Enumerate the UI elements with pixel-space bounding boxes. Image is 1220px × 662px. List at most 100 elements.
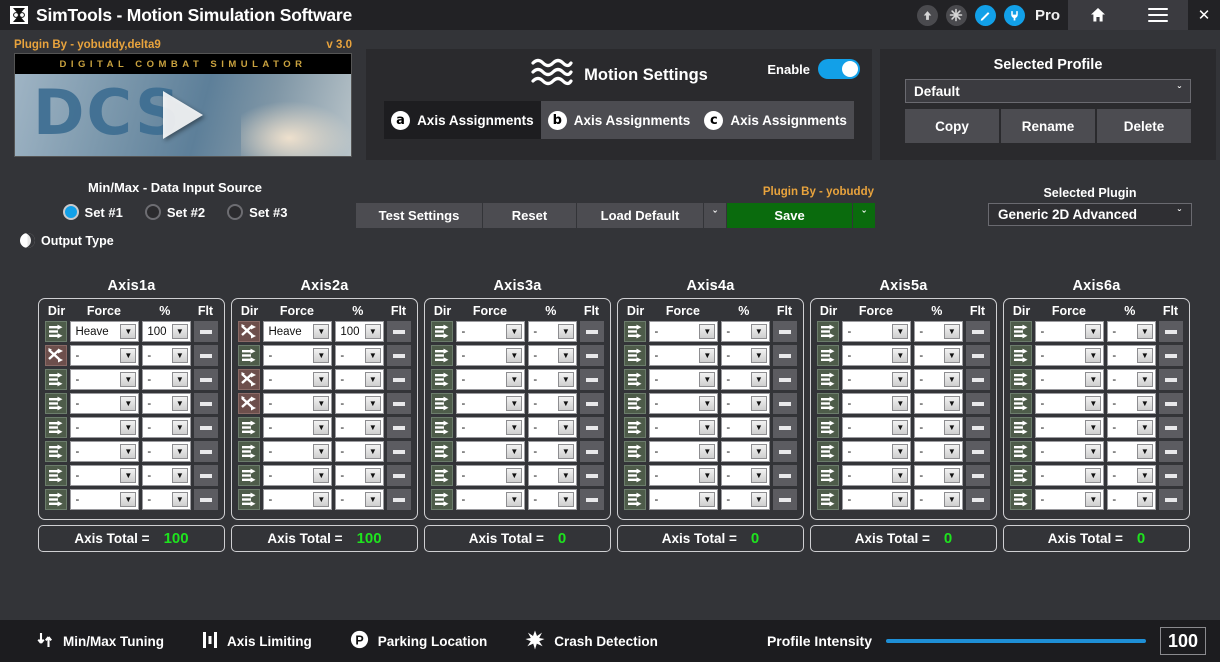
filter-button[interactable] — [1159, 345, 1183, 366]
profile-intensity-slider[interactable] — [886, 632, 1146, 650]
chevron-down-icon[interactable]: ▼ — [944, 468, 960, 483]
chevron-down-icon[interactable]: ▼ — [1085, 492, 1101, 507]
chevron-down-icon[interactable]: ▼ — [558, 468, 574, 483]
hamburger-menu-icon[interactable] — [1128, 0, 1188, 30]
tab-axis-assignments-c[interactable]: c Axis Assignments — [697, 101, 854, 139]
minmax-tuning-button[interactable]: Min/Max Tuning — [36, 631, 164, 652]
percent-dropdown[interactable]: -▼ — [914, 369, 962, 390]
direction-toggle-normal-icon[interactable] — [431, 393, 453, 414]
chevron-down-icon[interactable]: ▼ — [506, 444, 522, 459]
percent-dropdown[interactable]: -▼ — [335, 489, 383, 510]
force-dropdown[interactable]: -▼ — [263, 465, 332, 486]
force-dropdown[interactable]: Heave▼ — [70, 321, 139, 342]
chevron-down-icon[interactable]: ▼ — [944, 444, 960, 459]
percent-dropdown[interactable]: -▼ — [914, 417, 962, 438]
percent-dropdown[interactable]: 100▼ — [142, 321, 190, 342]
percent-dropdown[interactable]: -▼ — [335, 441, 383, 462]
percent-dropdown[interactable]: -▼ — [528, 465, 576, 486]
filter-button[interactable] — [773, 441, 797, 462]
filter-button[interactable] — [773, 465, 797, 486]
chevron-down-icon[interactable]: ▼ — [120, 372, 136, 387]
direction-toggle-inverted-icon[interactable] — [238, 393, 260, 414]
direction-toggle-normal-icon[interactable] — [431, 489, 453, 510]
percent-dropdown[interactable]: -▼ — [335, 465, 383, 486]
force-dropdown[interactable]: -▼ — [70, 441, 139, 462]
chevron-down-icon[interactable]: ▼ — [1137, 492, 1153, 507]
chevron-down-icon[interactable]: ▼ — [365, 396, 381, 411]
percent-dropdown[interactable]: -▼ — [528, 441, 576, 462]
chevron-down-icon[interactable]: ▼ — [558, 396, 574, 411]
filter-button[interactable] — [773, 489, 797, 510]
chevron-down-icon[interactable]: ▼ — [365, 348, 381, 363]
percent-dropdown[interactable]: -▼ — [721, 321, 769, 342]
filter-button[interactable] — [773, 345, 797, 366]
percent-dropdown[interactable]: -▼ — [721, 441, 769, 462]
direction-toggle-normal-icon[interactable] — [238, 489, 260, 510]
force-dropdown[interactable]: -▼ — [263, 369, 332, 390]
radio-set-1[interactable]: Set #1 — [63, 204, 123, 220]
reset-button[interactable]: Reset — [483, 203, 576, 228]
filter-button[interactable] — [966, 441, 990, 462]
force-dropdown[interactable]: -▼ — [263, 345, 332, 366]
direction-toggle-inverted-icon[interactable] — [45, 345, 67, 366]
chevron-down-icon[interactable]: ▼ — [172, 324, 188, 339]
percent-dropdown[interactable]: -▼ — [721, 465, 769, 486]
force-dropdown[interactable]: -▼ — [649, 417, 718, 438]
chevron-down-icon[interactable]: ▼ — [944, 492, 960, 507]
chevron-down-icon[interactable]: ▼ — [506, 468, 522, 483]
force-dropdown[interactable]: Heave▼ — [263, 321, 332, 342]
filter-button[interactable] — [580, 321, 604, 342]
filter-button[interactable] — [580, 441, 604, 462]
close-icon[interactable]: ✕ — [1188, 0, 1220, 30]
direction-toggle-normal-icon[interactable] — [817, 345, 839, 366]
direction-toggle-normal-icon[interactable] — [817, 321, 839, 342]
filter-button[interactable] — [773, 393, 797, 414]
radio-set-2[interactable]: Set #2 — [145, 204, 205, 220]
direction-toggle-normal-icon[interactable] — [238, 465, 260, 486]
parking-location-button[interactable]: P Parking Location — [350, 630, 488, 652]
filter-button[interactable] — [966, 321, 990, 342]
filter-button[interactable] — [1159, 393, 1183, 414]
chevron-down-icon[interactable]: ▼ — [365, 492, 381, 507]
percent-dropdown[interactable]: -▼ — [1107, 345, 1155, 366]
chevron-down-icon[interactable]: ▼ — [751, 492, 767, 507]
asterisk-icon[interactable] — [946, 5, 967, 26]
chevron-down-icon[interactable]: ▼ — [313, 468, 329, 483]
chevron-down-icon[interactable]: ▼ — [944, 420, 960, 435]
direction-toggle-normal-icon[interactable] — [1010, 441, 1032, 462]
force-dropdown[interactable]: -▼ — [1035, 441, 1104, 462]
direction-toggle-normal-icon[interactable] — [45, 465, 67, 486]
chevron-down-icon[interactable]: ▼ — [751, 444, 767, 459]
percent-dropdown[interactable]: -▼ — [721, 393, 769, 414]
percent-dropdown[interactable]: -▼ — [142, 489, 190, 510]
direction-toggle-normal-icon[interactable] — [624, 369, 646, 390]
percent-dropdown[interactable]: -▼ — [721, 345, 769, 366]
chevron-down-icon[interactable]: ▼ — [892, 444, 908, 459]
percent-dropdown[interactable]: -▼ — [721, 489, 769, 510]
percent-dropdown[interactable]: -▼ — [914, 321, 962, 342]
percent-dropdown[interactable]: -▼ — [142, 393, 190, 414]
game-preview-thumbnail[interactable]: DIGITAL COMBAT SIMULATOR DCS — [14, 53, 352, 157]
force-dropdown[interactable]: -▼ — [263, 417, 332, 438]
force-dropdown[interactable]: -▼ — [842, 369, 911, 390]
force-dropdown[interactable]: -▼ — [1035, 417, 1104, 438]
chevron-down-icon[interactable]: ▼ — [892, 372, 908, 387]
direction-toggle-normal-icon[interactable] — [238, 345, 260, 366]
profile-dropdown[interactable]: Default ˇ — [905, 79, 1191, 103]
filter-button[interactable] — [773, 321, 797, 342]
percent-dropdown[interactable]: -▼ — [721, 369, 769, 390]
percent-dropdown[interactable]: 100▼ — [335, 321, 383, 342]
direction-toggle-normal-icon[interactable] — [817, 489, 839, 510]
chevron-down-icon[interactable]: ▼ — [365, 420, 381, 435]
filter-button[interactable] — [387, 465, 411, 486]
plug-icon[interactable] — [1004, 5, 1025, 26]
chevron-down-icon[interactable]: ▼ — [1085, 348, 1101, 363]
force-dropdown[interactable]: -▼ — [649, 441, 718, 462]
force-dropdown[interactable]: -▼ — [649, 345, 718, 366]
direction-toggle-normal-icon[interactable] — [45, 393, 67, 414]
percent-dropdown[interactable]: -▼ — [1107, 417, 1155, 438]
chevron-down-icon[interactable]: ▼ — [313, 420, 329, 435]
force-dropdown[interactable]: -▼ — [456, 393, 525, 414]
enable-toggle-group[interactable]: Enable — [767, 59, 860, 79]
chevron-down-icon[interactable]: ▼ — [506, 420, 522, 435]
